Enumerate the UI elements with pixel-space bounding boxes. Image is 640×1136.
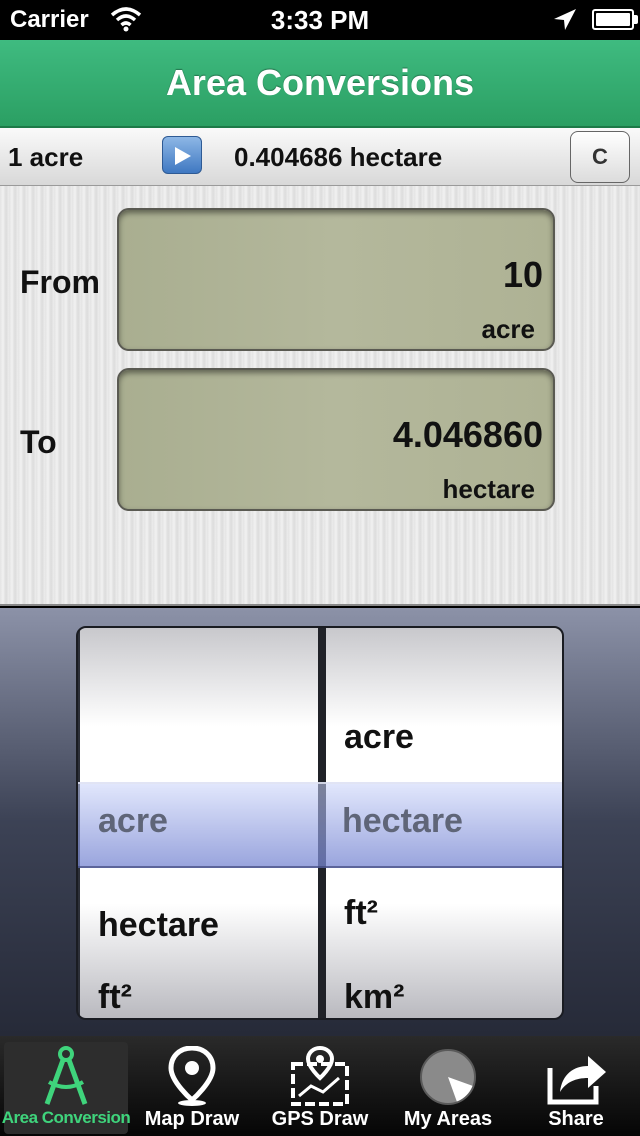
play-button[interactable]: [162, 136, 202, 174]
to-unit: hectare: [442, 474, 536, 504]
tab-bar: Area Conversion Map Draw GPS Draw My Are…: [0, 1036, 640, 1136]
to-unit-selected[interactable]: hectare: [342, 802, 463, 841]
compass-icon: [4, 1046, 128, 1108]
unit-picker-area: hectare ft² acre ft² km² acre hectare: [0, 608, 640, 1036]
clear-button[interactable]: C: [570, 131, 630, 183]
from-value: 10: [502, 254, 543, 295]
from-unit-selected[interactable]: acre: [98, 802, 168, 841]
picker-option[interactable]: ft²: [344, 894, 378, 933]
tab-map-draw[interactable]: Map Draw: [130, 1042, 254, 1134]
to-label: To: [20, 424, 57, 460]
picker-option[interactable]: km²: [344, 978, 404, 1017]
tab-label: Area Conversion: [1, 1108, 131, 1127]
tab-gps-draw[interactable]: GPS Draw: [258, 1042, 382, 1134]
tab-share[interactable]: Share: [514, 1042, 638, 1134]
picker-option[interactable]: hectare: [98, 906, 219, 945]
tab-label: GPS Draw: [271, 1108, 369, 1130]
picker-option[interactable]: ft²: [98, 978, 132, 1017]
from-display[interactable]: 10 acre: [117, 208, 555, 351]
status-time: 3:33 PM: [270, 5, 370, 35]
gps-map-icon: [258, 1046, 382, 1108]
result-to-text: 0.404686 hectare: [234, 142, 443, 172]
tab-label: Share: [548, 1108, 604, 1130]
battery-icon: [592, 9, 634, 30]
status-bar: Carrier 3:33 PM: [0, 0, 640, 40]
from-label: From: [20, 264, 100, 300]
battery-tip: [634, 15, 638, 24]
play-icon: [175, 147, 191, 165]
location-arrow-icon: [552, 8, 578, 32]
pie-icon: [386, 1046, 510, 1108]
to-value: 4.046860: [392, 414, 543, 455]
tab-area-conversion[interactable]: Area Conversion: [2, 1042, 131, 1134]
result-from-text: 1 acre: [8, 142, 84, 172]
page-title: Area Conversions: [165, 62, 475, 103]
navigation-bar: Area Conversions: [0, 40, 640, 128]
tab-label: Map Draw: [144, 1108, 240, 1130]
from-unit: acre: [481, 314, 536, 344]
unit-picker[interactable]: hectare ft² acre ft² km² acre hectare: [76, 626, 564, 1020]
to-display: 4.046860 hectare: [117, 368, 555, 511]
picker-option[interactable]: acre: [344, 718, 414, 757]
share-icon: [514, 1046, 638, 1108]
tab-my-areas[interactable]: My Areas: [386, 1042, 510, 1134]
conversion-panel: From 10 acre To 4.046860 hectare: [0, 186, 640, 606]
map-pin-icon: [130, 1046, 254, 1108]
tab-label: My Areas: [403, 1108, 493, 1130]
result-strip: 1 acre 0.404686 hectare C: [0, 128, 640, 186]
